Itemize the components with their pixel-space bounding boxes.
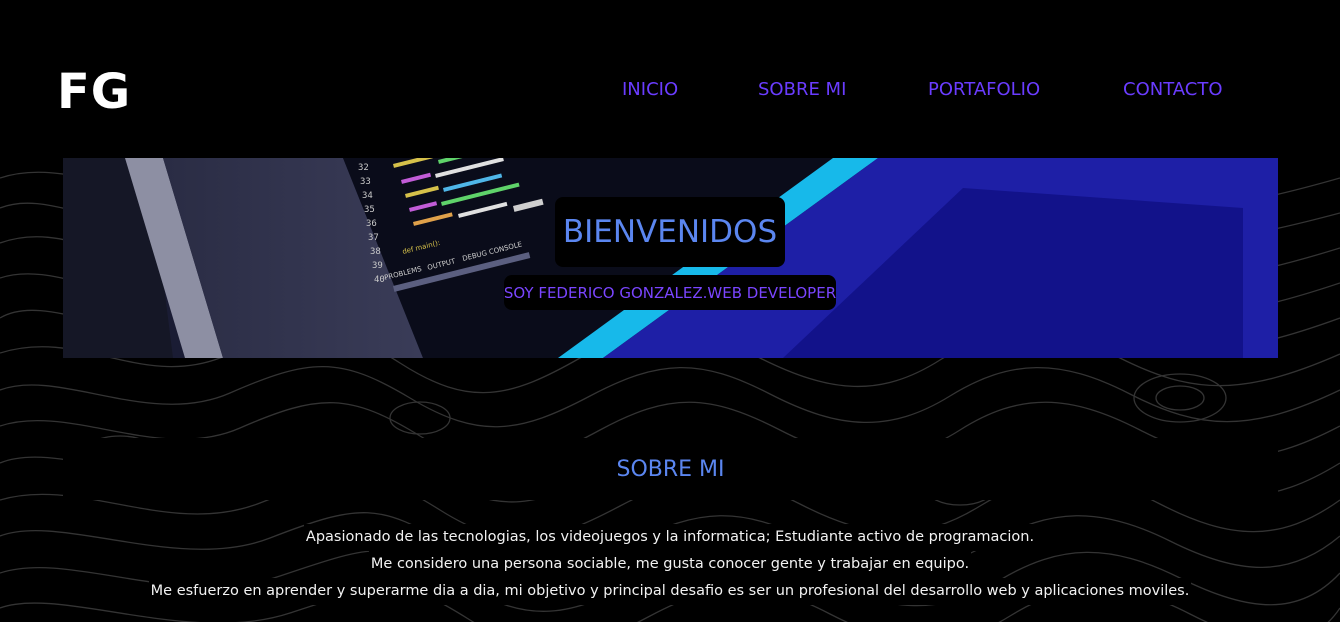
main-nav: INICIO SOBRE MI PORTAFOLIO CONTACTO <box>0 78 1340 104</box>
code-line-number: 35 <box>364 205 375 215</box>
about-section-header: SOBRE MI <box>63 438 1278 500</box>
site-header: FG INICIO SOBRE MI PORTAFOLIO CONTACTO <box>0 0 1340 158</box>
page: FG INICIO SOBRE MI PORTAFOLIO CONTACTO 3… <box>0 0 1340 622</box>
code-line-number: 36 <box>366 219 377 229</box>
code-line-number: 37 <box>368 233 379 243</box>
about-text: Apasionado de las tecnologias, los video… <box>0 524 1340 605</box>
code-line-number: 38 <box>370 247 381 257</box>
nav-link-contacto[interactable]: CONTACTO <box>1123 78 1223 102</box>
hero-title: BIENVENIDOS <box>555 197 785 267</box>
code-line-number: 32 <box>358 163 369 173</box>
code-line-number: 34 <box>362 191 373 201</box>
about-title: SOBRE MI <box>616 456 725 482</box>
nav-link-inicio[interactable]: INICIO <box>622 78 678 102</box>
hero-subtitle: SOY FEDERICO GONZALEZ.WEB DEVELOPER <box>504 275 836 310</box>
about-line: Me esfuerzo en aprender y superarme dia … <box>148 578 1192 605</box>
nav-link-portafolio[interactable]: PORTAFOLIO <box>928 78 1040 102</box>
nav-link-sobre-mi[interactable]: SOBRE MI <box>758 78 846 102</box>
about-line: Me considero una persona sociable, me gu… <box>368 551 972 578</box>
code-line-number: 39 <box>372 261 383 271</box>
code-line-number: 33 <box>360 177 371 187</box>
about-line: Apasionado de las tecnologias, los video… <box>303 524 1037 551</box>
